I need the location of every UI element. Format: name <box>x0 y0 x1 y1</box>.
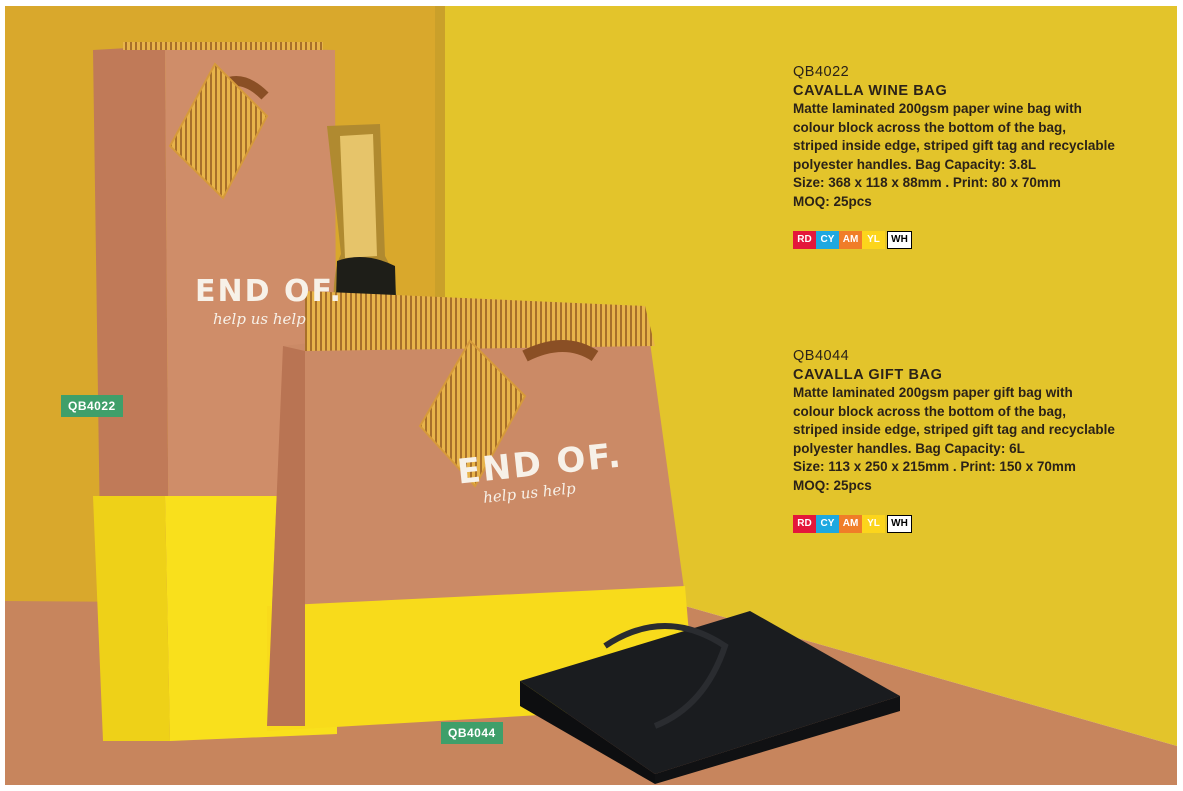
description-line: polyester handles. Bag Capacity: 3.8L <box>793 156 1037 172</box>
product-description: Matte laminated 200gsm paper gift bag wi… <box>793 384 1163 495</box>
description-line: Size: 368 x 118 x 88mm . Print: 80 x 70m… <box>793 175 1061 190</box>
swatch-white: WH <box>887 231 912 249</box>
description-line: colour block across the bottom of the ba… <box>793 403 1067 419</box>
gift-bag-code-label: QB4044 <box>441 722 503 744</box>
description-line: MOQ: 25pcs <box>793 193 872 209</box>
swatch-amber: AM <box>839 515 862 533</box>
product-name: CAVALLA GIFT BAG <box>793 366 943 383</box>
product-name: CAVALLA WINE BAG <box>793 82 948 99</box>
swatch-cyan: CY <box>816 515 839 533</box>
colour-swatches: RD CY AM YL WH <box>793 231 1163 249</box>
product-description: Matte laminated 200gsm paper wine bag wi… <box>793 100 1163 211</box>
wine-bag-script: help us help <box>213 310 306 328</box>
product-code: QB4044 <box>793 348 850 364</box>
product-wine-bag: QB4022 CAVALLA WINE BAG Matte laminated … <box>793 63 1163 249</box>
colour-swatches: RD CY AM YL WH <box>793 515 1163 533</box>
wine-bag-brand: END OF. <box>195 274 343 309</box>
description-line: polyester handles. Bag Capacity: 6L <box>793 440 1025 456</box>
product-gift-bag: QB4044 CAVALLA GIFT BAG Matte laminated … <box>793 347 1163 533</box>
description-line: striped inside edge, striped gift tag an… <box>793 422 1115 437</box>
wine-bag-code-label: QB4022 <box>61 395 123 417</box>
description-line: striped inside edge, striped gift tag an… <box>793 138 1115 153</box>
description-line: Size: 113 x 250 x 215mm . Print: 150 x 7… <box>793 459 1076 474</box>
description-line: Matte laminated 200gsm paper wine bag wi… <box>793 101 1082 116</box>
swatch-cyan: CY <box>816 231 839 249</box>
description-line: MOQ: 25pcs <box>793 477 872 493</box>
description-line: Matte laminated 200gsm paper gift bag wi… <box>793 385 1073 400</box>
swatch-yellow: YL <box>862 231 885 249</box>
description-line: colour block across the bottom of the ba… <box>793 119 1067 135</box>
swatch-yellow: YL <box>862 515 885 533</box>
product-code: QB4022 <box>793 64 850 80</box>
swatch-amber: AM <box>839 231 862 249</box>
swatch-white: WH <box>887 515 912 533</box>
swatch-red: RD <box>793 515 816 533</box>
swatch-red: RD <box>793 231 816 249</box>
